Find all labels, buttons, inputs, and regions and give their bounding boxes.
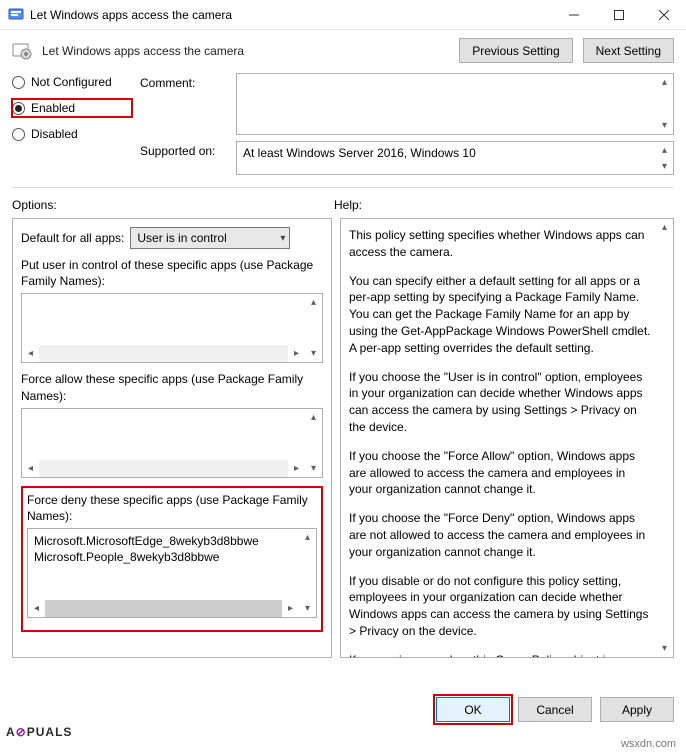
help-paragraph: If an app is open when this Group Policy… (349, 652, 651, 658)
scroll-down-icon: ▾ (299, 600, 316, 617)
scroll-left-icon: ◂ (22, 345, 39, 362)
scroll-track (39, 460, 288, 477)
scroll-track (45, 600, 282, 617)
policy-title: Let Windows apps access the camera (42, 44, 449, 58)
policy-icon (12, 41, 32, 61)
config-area: Not Configured Enabled Disabled Comment:… (0, 67, 686, 179)
maximize-button[interactable] (596, 0, 641, 30)
select-value: User is in control (137, 231, 226, 245)
scroll-down-icon: ▾ (656, 640, 673, 657)
brand-text: A (6, 725, 16, 739)
default-for-all-row: Default for all apps: User is in control… (21, 227, 323, 249)
supported-value: At least Windows Server 2016, Windows 10 (243, 146, 476, 160)
radio-icon (12, 102, 25, 115)
force-allow-listbox[interactable]: ▴ ▾ ◂ ▸ (21, 408, 323, 478)
scrollbar-horizontal[interactable]: ◂ ▸ (22, 460, 305, 477)
scrollbar-horizontal[interactable]: ◂ ▸ (22, 345, 305, 362)
help-pane: This policy setting specifies whether Wi… (340, 218, 674, 658)
scroll-down-icon: ▾ (305, 460, 322, 477)
radio-label: Enabled (31, 101, 75, 115)
watermark-brand: A⊘PUALS (6, 716, 72, 742)
comment-textarea[interactable]: ▴ ▾ (236, 73, 674, 135)
supported-label: Supported on: (140, 141, 228, 175)
scroll-right-icon: ▸ (288, 460, 305, 477)
put-user-label: Put user in control of these specific ap… (21, 257, 323, 289)
scrollbar-vertical[interactable]: ▴ ▾ (305, 409, 322, 477)
scrollbar-vertical[interactable]: ▴ ▾ (299, 529, 316, 617)
comment-label: Comment: (140, 73, 228, 135)
help-paragraph: If you disable or do not configure this … (349, 573, 651, 640)
scroll-up-icon: ▴ (656, 142, 673, 158)
force-deny-listbox[interactable]: Microsoft.MicrosoftEdge_8wekyb3d8bbwe Mi… (27, 528, 317, 618)
scroll-up-icon: ▴ (299, 529, 316, 546)
list-item: Microsoft.MicrosoftEdge_8wekyb3d8bbwe (34, 533, 296, 549)
state-radios: Not Configured Enabled Disabled (12, 73, 132, 175)
scroll-right-icon: ▸ (288, 345, 305, 362)
scroll-left-icon: ◂ (28, 600, 45, 617)
previous-setting-button[interactable]: Previous Setting (459, 38, 572, 63)
list-item: Microsoft.People_8wekyb3d8bbwe (34, 549, 296, 565)
scroll-up-icon: ▴ (305, 409, 322, 426)
scroll-down-icon: ▾ (656, 117, 673, 134)
help-paragraph: If you choose the "Force Deny" option, W… (349, 510, 651, 560)
titlebar: Let Windows apps access the camera (0, 0, 686, 30)
meta-fields: Comment: ▴ ▾ Supported on: At least Wind… (140, 73, 674, 175)
window-policy-icon (8, 7, 24, 23)
chevron-down-icon: ▾ (280, 233, 285, 244)
radio-label: Not Configured (31, 75, 112, 89)
put-user-listbox[interactable]: ▴ ▾ ◂ ▸ (21, 293, 323, 363)
help-header: Help: (334, 198, 674, 212)
radio-icon (12, 128, 25, 141)
help-paragraph: This policy setting specifies whether Wi… (349, 227, 651, 261)
help-paragraph: If you choose the "Force Allow" option, … (349, 448, 651, 498)
scroll-up-icon: ▴ (656, 74, 673, 91)
force-deny-label: Force deny these specific apps (use Pack… (27, 492, 317, 524)
cancel-button[interactable]: Cancel (518, 697, 592, 722)
scroll-down-icon: ▾ (305, 345, 322, 362)
default-for-all-select[interactable]: User is in control ▾ (130, 227, 290, 249)
options-pane: Default for all apps: User is in control… (12, 218, 332, 658)
scrollbar-vertical[interactable]: ▴ ▾ (656, 74, 673, 134)
scroll-track (39, 345, 288, 362)
ok-button[interactable]: OK (436, 697, 510, 722)
apply-button[interactable]: Apply (600, 697, 674, 722)
scroll-right-icon: ▸ (282, 600, 299, 617)
help-paragraph: If you choose the "User is in control" o… (349, 369, 651, 436)
panes: Default for all apps: User is in control… (0, 218, 686, 658)
scroll-up-icon: ▴ (305, 294, 322, 311)
watermark-site: wsxdn.com (621, 738, 676, 750)
help-paragraph: You can specify either a default setting… (349, 273, 651, 357)
supported-row: Supported on: At least Windows Server 20… (140, 141, 674, 175)
comment-row: Comment: ▴ ▾ (140, 73, 674, 135)
minimize-button[interactable] (551, 0, 596, 30)
radio-disabled[interactable]: Disabled (12, 127, 132, 141)
close-button[interactable] (641, 0, 686, 30)
window-title: Let Windows apps access the camera (30, 8, 551, 22)
next-setting-button[interactable]: Next Setting (583, 38, 674, 63)
radio-not-configured[interactable]: Not Configured (12, 75, 132, 89)
scrollbar-vertical[interactable]: ▴ ▾ (656, 219, 673, 657)
scrollbar-horizontal[interactable]: ◂ ▸ (28, 600, 299, 617)
scrollbar-vertical[interactable]: ▴ ▾ (656, 142, 673, 174)
dialog-footer: OK Cancel Apply (436, 697, 674, 722)
radio-label: Disabled (31, 127, 78, 141)
radio-enabled[interactable]: Enabled (12, 99, 132, 117)
default-for-all-label: Default for all apps: (21, 231, 124, 245)
header-row: Let Windows apps access the camera Previ… (0, 30, 686, 67)
force-allow-label: Force allow these specific apps (use Pac… (21, 371, 323, 403)
scrollbar-vertical[interactable]: ▴ ▾ (305, 294, 322, 362)
brand-text: ⊘ (16, 725, 27, 739)
scroll-up-icon: ▴ (656, 219, 673, 236)
scroll-left-icon: ◂ (22, 460, 39, 477)
section-headers: Options: Help: (0, 188, 686, 218)
brand-text: PUALS (27, 725, 73, 739)
scroll-down-icon: ▾ (656, 158, 673, 174)
radio-icon (12, 76, 25, 89)
supported-textarea: At least Windows Server 2016, Windows 10… (236, 141, 674, 175)
options-header: Options: (12, 198, 334, 212)
force-deny-section: Force deny these specific apps (use Pack… (21, 486, 323, 632)
